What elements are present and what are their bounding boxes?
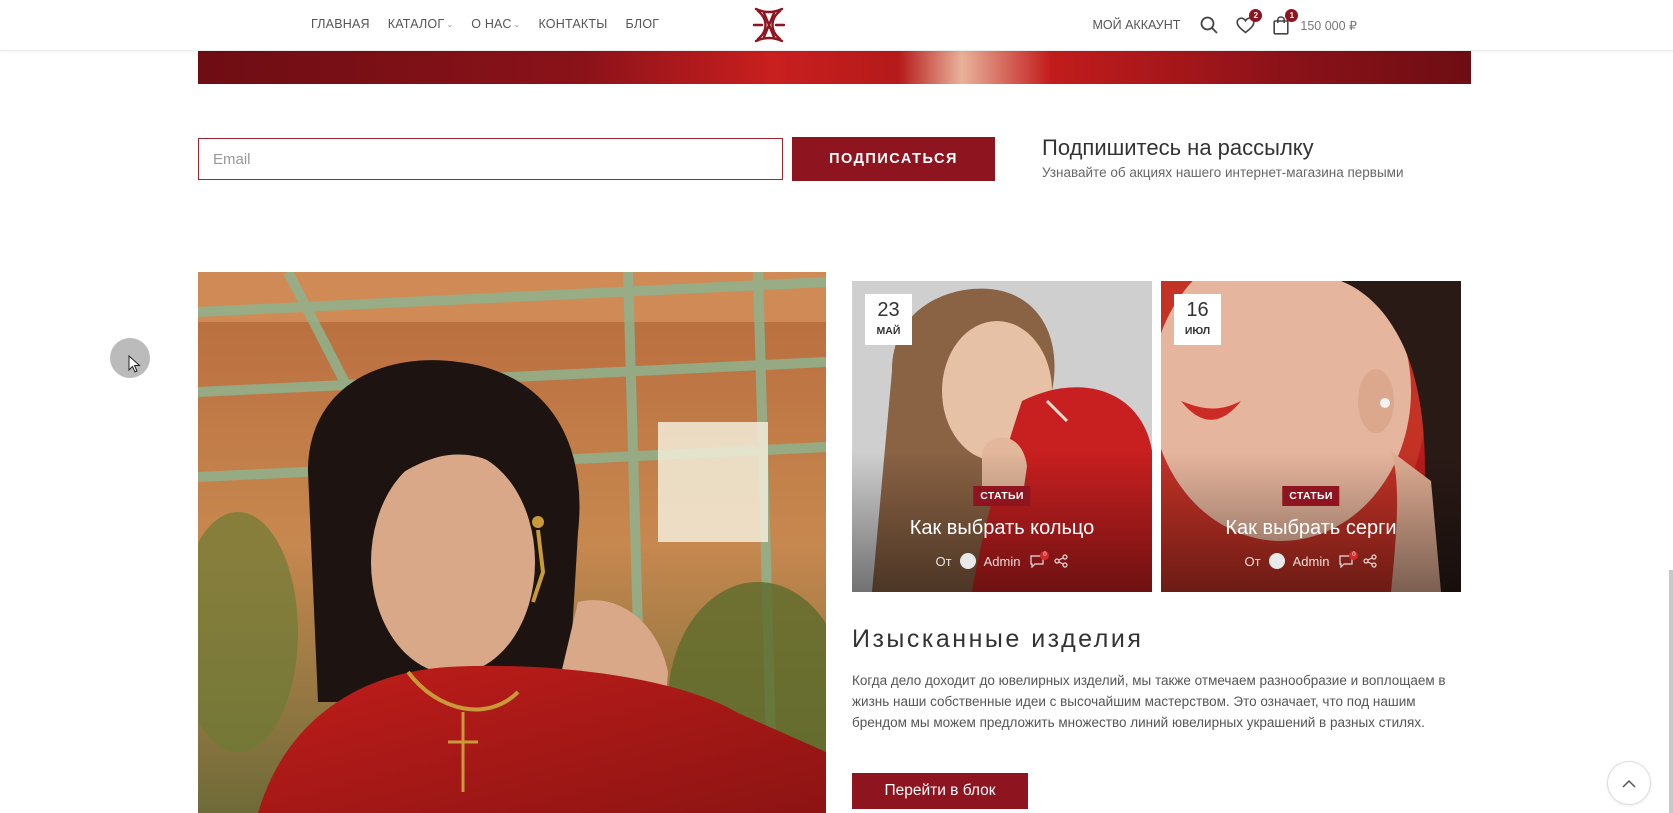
avatar (1268, 553, 1285, 569)
post-title[interactable]: Как выбрать серги (1161, 517, 1461, 540)
scrollbar[interactable] (1669, 570, 1673, 813)
comments-link[interactable]: 0 (1339, 550, 1359, 568)
scroll-to-top-button[interactable] (1607, 761, 1651, 805)
newsletter-subtitle: Узнавайте об акциях нашего интернет-мага… (1042, 165, 1404, 180)
post-date: 16 ИЮЛ (1174, 294, 1221, 345)
my-account-link[interactable]: МОЙ АККАУНТ (1092, 18, 1180, 32)
brand-monogram-logo-icon (752, 7, 786, 43)
wishlist-count-badge: 2 (1249, 9, 1263, 22)
post-title[interactable]: Как выбрать кольцо (852, 517, 1152, 540)
chevron-down-icon: ⌄ (446, 19, 454, 29)
nav-item-home[interactable]: ГЛАВНАЯ (311, 17, 370, 31)
brand-logo[interactable] (750, 5, 788, 45)
model-photo (198, 272, 826, 813)
share-icon (1363, 554, 1378, 568)
section-title: Изысканные изделия (852, 625, 1144, 653)
comments-count-badge: 0 (1040, 550, 1050, 560)
mouse-pointer-icon (128, 355, 141, 373)
chevron-up-icon (1622, 779, 1636, 788)
blog-post-card[interactable]: 23 МАЙ СТАТЬИ Как выбрать кольцо От Admi… (852, 281, 1152, 592)
comments-link[interactable]: 0 (1030, 550, 1050, 568)
nav-item-catalog[interactable]: КАТАЛОГ ⌄ (388, 17, 453, 31)
subscribe-button[interactable]: ПОДПИСАТЬСЯ (792, 137, 995, 181)
cart-count-badge: 1 (1285, 9, 1299, 22)
woman-with-earrings-image (198, 272, 826, 813)
search-icon (1200, 16, 1218, 34)
comments-count-badge: 0 (1349, 550, 1359, 560)
header-actions: МОЙ АККАУНТ 2 1 150 000 ₽ (1092, 9, 1357, 38)
wishlist-button[interactable]: 2 (1234, 9, 1263, 36)
share-button[interactable] (1363, 554, 1378, 568)
category-badge[interactable]: СТАТЬИ (1282, 486, 1340, 506)
search-button[interactable] (1198, 14, 1220, 36)
share-button[interactable] (1054, 554, 1069, 568)
category-badge[interactable]: СТАТЬИ (973, 486, 1031, 506)
post-date: 23 МАЙ (865, 294, 912, 345)
cart-button[interactable]: 1 (1270, 9, 1299, 36)
site-header: ГЛАВНАЯ КАТАЛОГ ⌄ О НАС ⌄ КОНТАКТЫ БЛОГ МО… (0, 0, 1673, 51)
hero-banner-image (198, 51, 1471, 84)
nav-item-blog[interactable]: БЛОГ (626, 17, 660, 31)
blog-post-card[interactable]: 16 ИЮЛ СТАТЬИ Как выбрать серги От Admin… (1161, 281, 1461, 592)
nav-item-about[interactable]: О НАС ⌄ (471, 17, 520, 31)
share-icon (1054, 554, 1069, 568)
newsletter-title: Подпишитесь на рассылку (1042, 135, 1314, 160)
post-author[interactable]: Admin (984, 554, 1021, 569)
post-meta: От Admin 0 (1161, 550, 1461, 569)
post-author[interactable]: Admin (1293, 554, 1330, 569)
post-meta: От Admin 0 (852, 550, 1152, 569)
main-nav: ГЛАВНАЯ КАТАЛОГ ⌄ О НАС ⌄ КОНТАКТЫ БЛОГ (311, 17, 677, 31)
cart-total[interactable]: 150 000 ₽ (1300, 18, 1357, 33)
chevron-down-icon: ⌄ (513, 19, 521, 29)
nav-item-contacts[interactable]: КОНТАКТЫ (538, 17, 607, 31)
avatar (959, 553, 976, 569)
section-description: Когда дело доходит до ювелирных изделий,… (852, 673, 1446, 730)
go-to-blog-button[interactable]: Перейти в блок (852, 773, 1028, 809)
email-field[interactable] (198, 138, 783, 180)
